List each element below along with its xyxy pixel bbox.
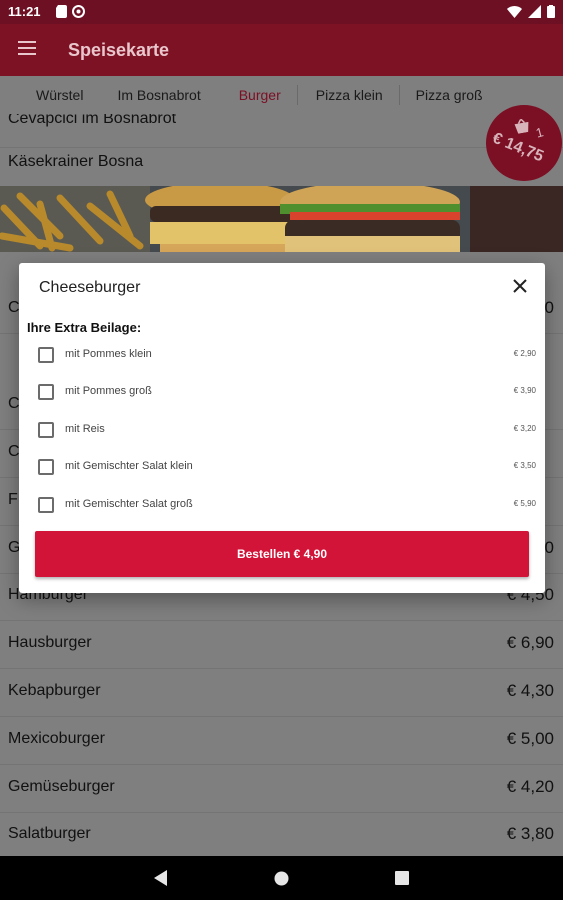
signal-icon <box>528 5 541 18</box>
order-button[interactable]: Bestellen € 4,90 <box>35 531 529 577</box>
checkbox[interactable] <box>38 384 54 400</box>
category-tabs: Würstel Im Bosnabrot Burger Pizza klein … <box>0 76 563 114</box>
status-icons <box>507 5 555 18</box>
extra-option[interactable]: mit Pommes groß € 3,90 <box>19 377 545 407</box>
dialog-title: Cheeseburger <box>39 279 141 296</box>
battery-icon <box>547 5 555 18</box>
item-name: C <box>8 299 20 316</box>
list-item[interactable]: Hausburger € 6,90 <box>0 621 563 669</box>
item-price: € 4,30 <box>506 681 554 700</box>
option-label: mit Gemischter Salat klein <box>65 460 193 472</box>
list-item[interactable]: Salatburger € 3,80 <box>0 812 563 856</box>
cart-button[interactable]: 1 € 14,75 <box>486 105 562 181</box>
checkbox[interactable] <box>38 422 54 438</box>
home-icon[interactable] <box>274 871 289 886</box>
item-name: F <box>8 491 18 508</box>
tab-burger[interactable]: Burger <box>217 76 297 114</box>
checkbox[interactable] <box>38 459 54 475</box>
option-price: € 5,90 <box>513 499 536 508</box>
checkbox[interactable] <box>38 347 54 363</box>
list-item[interactable]: Kebapburger € 4,30 <box>0 669 563 717</box>
navigation-bar <box>0 856 563 900</box>
recents-icon[interactable] <box>395 871 409 885</box>
item-name: Cevapcici im Bosnabrot <box>8 114 177 127</box>
back-icon[interactable] <box>154 870 168 886</box>
option-price: € 2,90 <box>513 349 536 358</box>
checkbox[interactable] <box>38 497 54 513</box>
option-label: mit Pommes klein <box>65 348 152 360</box>
item-name: C <box>8 395 20 412</box>
burger-banner-image <box>0 186 563 252</box>
tab-pizza-gross[interactable]: Pizza groß <box>400 76 499 114</box>
item-name: C <box>8 443 20 460</box>
item-price: € 4,20 <box>506 777 554 796</box>
option-price: € 3,90 <box>513 386 536 395</box>
item-price: 0 <box>544 538 554 557</box>
item-price: € 6,90 <box>506 633 554 652</box>
option-label: mit Pommes groß <box>65 385 152 397</box>
cart-count: 1 <box>534 124 546 141</box>
close-icon[interactable] <box>509 275 531 297</box>
extras-dialog: Cheeseburger Ihre Extra Beilage: mit Pom… <box>19 263 545 593</box>
extra-option[interactable]: mit Gemischter Salat groß € 5,90 <box>19 490 545 520</box>
list-item[interactable]: Gemüseburger € 4,20 <box>0 765 563 813</box>
item-name: Gemüseburger <box>8 778 115 795</box>
item-name: Hausburger <box>8 634 92 651</box>
option-price: € 3,50 <box>513 461 536 470</box>
tab-wuerstel[interactable]: Würstel <box>0 76 99 114</box>
item-name: Kebapburger <box>8 682 101 699</box>
wifi-icon <box>507 5 522 18</box>
status-bar: 11:21 <box>0 0 563 24</box>
option-label: mit Reis <box>65 423 105 435</box>
item-name: Mexicoburger <box>8 730 105 747</box>
list-item[interactable]: Käsekrainer Bosna <box>0 140 563 188</box>
extra-option[interactable]: mit Pommes klein € 2,90 <box>19 340 545 370</box>
item-price: € 3,80 <box>506 824 554 843</box>
tab-pizza-klein[interactable]: Pizza klein <box>298 76 399 114</box>
list-item[interactable]: Mexicoburger € 5,00 <box>0 717 563 765</box>
page-title: Speisekarte <box>68 40 170 60</box>
sync-icon <box>72 5 85 18</box>
app-bar: Speisekarte <box>0 24 563 76</box>
tab-im-bosnabrot[interactable]: Im Bosnabrot <box>99 76 216 114</box>
item-price: € 5,00 <box>506 729 554 748</box>
option-price: € 3,20 <box>513 424 536 433</box>
item-name: Käsekrainer Bosna <box>8 153 144 170</box>
option-label: mit Gemischter Salat groß <box>65 498 193 510</box>
sd-card-icon <box>56 5 67 18</box>
menu-icon[interactable] <box>18 41 36 55</box>
extra-option[interactable]: mit Reis € 3,20 <box>19 415 545 445</box>
extras-heading: Ihre Extra Beilage: <box>27 320 142 335</box>
item-price: 0 <box>544 298 554 317</box>
item-name: Salatburger <box>8 825 91 842</box>
extra-option[interactable]: mit Gemischter Salat klein € 3,50 <box>19 452 545 482</box>
status-time: 11:21 <box>8 4 41 19</box>
shopping-bag-icon <box>514 117 529 134</box>
